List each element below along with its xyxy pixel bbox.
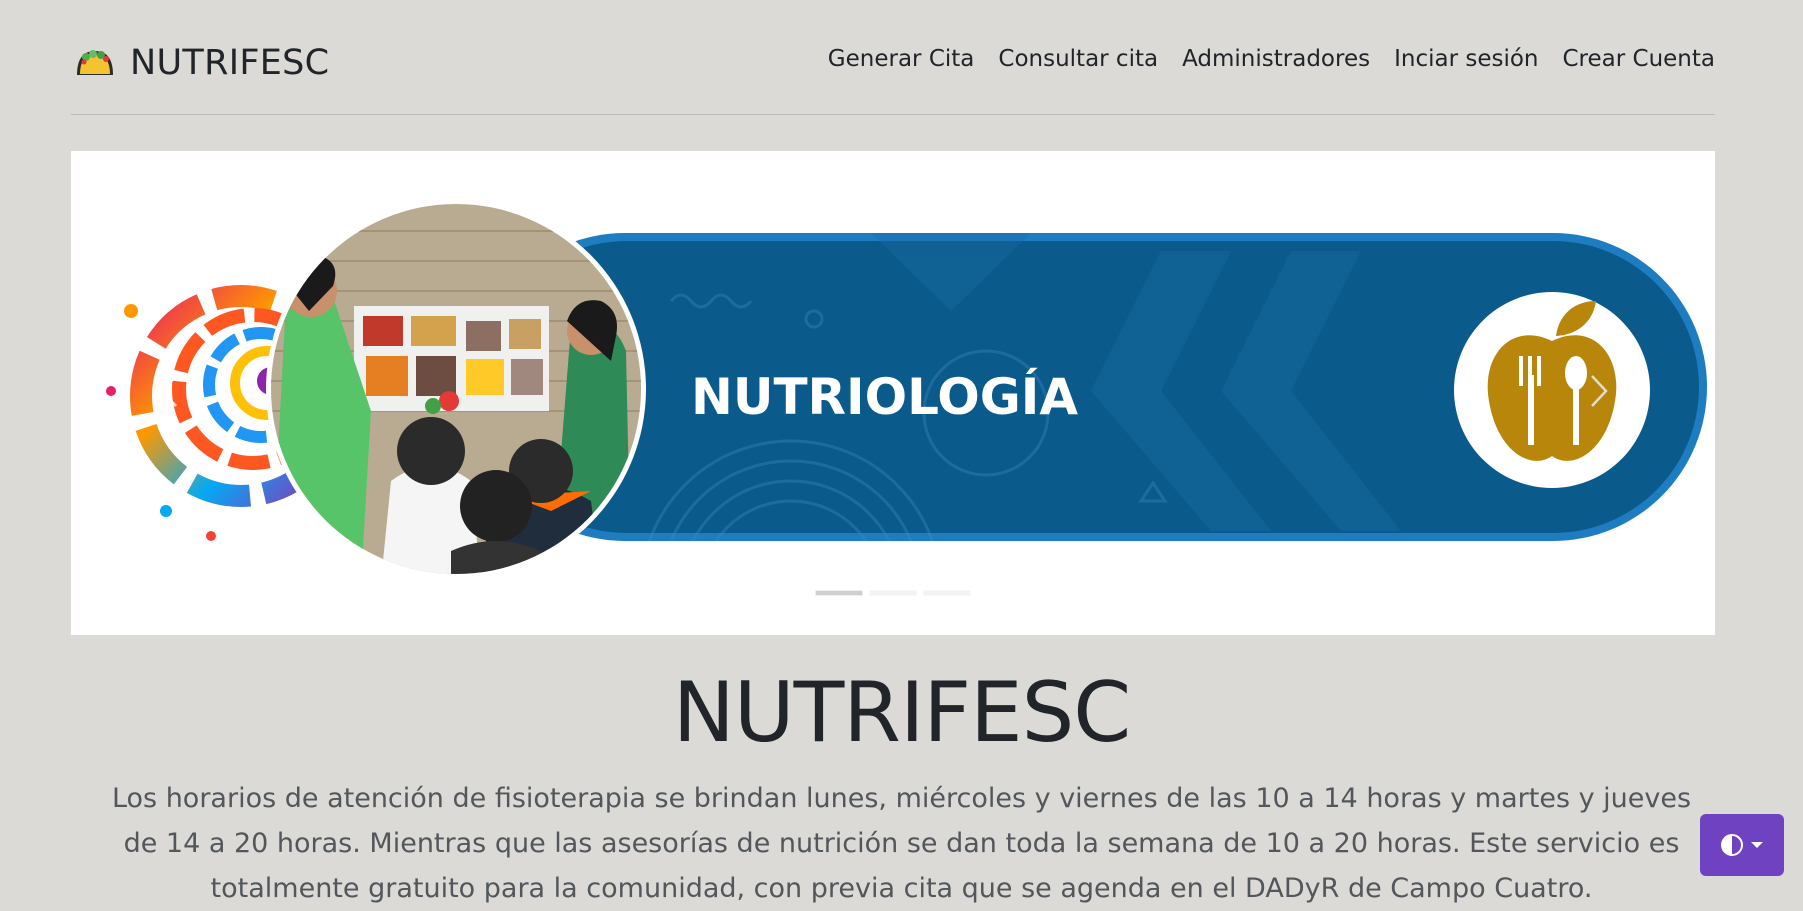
chevron-right-icon [1591, 375, 1608, 407]
carousel-indicator-3[interactable] [924, 591, 970, 595]
site-header: NUTRIFESC Generar Cita Consultar cita Ad… [71, 0, 1715, 115]
hero-carousel: NUTRIOLOGÍA [71, 151, 1715, 635]
carousel-slide-image: NUTRIOLOGÍA [106, 199, 1707, 579]
nav-crear-cuenta[interactable]: Crear Cuenta [1563, 46, 1716, 72]
page-title: NUTRIFESC [672, 664, 1132, 761]
carousel-next-button[interactable] [1569, 351, 1629, 431]
contrast-icon [1721, 834, 1743, 856]
nav-administradores[interactable]: Administradores [1182, 46, 1370, 72]
nav-consultar-cita[interactable]: Consultar cita [998, 46, 1158, 72]
carousel-indicator-2[interactable] [870, 591, 916, 595]
carousel-indicators [71, 591, 1715, 595]
carousel-indicator-1[interactable] [816, 591, 862, 595]
theme-toggle-button[interactable] [1700, 814, 1784, 876]
hero-description: Los horarios de atención de fisioterapia… [111, 783, 1692, 904]
main-nav: Generar Cita Consultar cita Administrado… [804, 46, 1715, 72]
chevron-left-icon [160, 375, 177, 407]
banner-title: NUTRIOLOGÍA [691, 367, 1078, 426]
brand-name: NUTRIFESC [130, 43, 330, 83]
carousel-prev-button[interactable] [139, 351, 199, 431]
nav-iniciar-sesion[interactable]: Inciar sesión [1394, 46, 1538, 72]
taco-icon [77, 50, 113, 75]
nav-generar-cita[interactable]: Generar Cita [828, 46, 975, 72]
brand-link[interactable]: NUTRIFESC [74, 43, 329, 83]
caret-down-icon [1751, 842, 1763, 848]
